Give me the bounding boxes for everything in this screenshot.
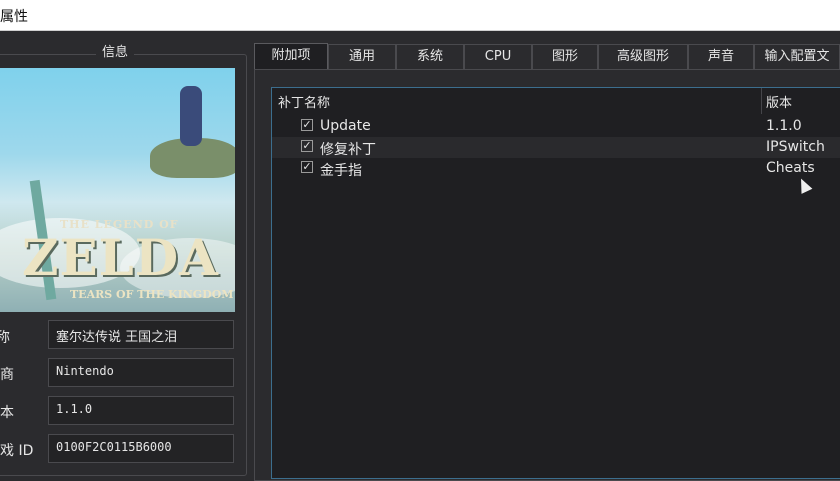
tab-advanced-graphics[interactable]: 高级图形 [598,44,688,69]
cover-character [180,86,202,146]
column-header-version[interactable]: 版本 [766,92,792,111]
column-header-patch-name[interactable]: 补丁名称 [278,92,330,111]
patch-name: 修复补丁 [320,142,376,158]
cover-logo-subtitle: TEARS OF THE KINGDOM [70,288,234,301]
developer-field[interactable]: Nintendo [48,358,234,387]
window-title: 属性 [0,9,28,25]
patch-version: 1.1.0 [766,118,802,134]
addons-table[interactable]: 补丁名称 版本 ✓ Update 1.1.0 ✓ 修复补丁 IPSwitch ✓… [271,87,840,479]
version-field[interactable]: 1.1.0 [48,396,234,425]
game-cover-image: THE LEGEND OF ZELDA TEARS OF THE KINGDOM [0,68,235,312]
patch-version: Cheats [766,160,815,176]
cover-logo-title: ZELDA [22,228,219,287]
version-label: 版本 [0,405,14,421]
patch-version: IPSwitch [766,139,825,155]
tab-cpu[interactable]: CPU [464,44,532,69]
table-row[interactable]: ✓ Update 1.1.0 [272,116,840,137]
row-checkbox[interactable]: ✓ [301,161,313,173]
row-checkbox[interactable]: ✓ [301,140,313,152]
tab-addons[interactable]: 附加项 [254,43,328,70]
game-id-label: 游戏 ID [0,443,34,459]
name-field[interactable]: 塞尔达传说 王国之泪 [48,320,234,349]
patch-name: Update [320,118,371,134]
table-row[interactable]: ✓ 修复补丁 IPSwitch [272,137,840,158]
tab-system[interactable]: 系统 [396,44,464,69]
title-bar: 属性 [0,0,840,31]
name-label: 名称 [0,330,10,346]
row-checkbox[interactable]: ✓ [301,119,313,131]
developer-label: 开发商 [0,367,14,383]
game-id-field[interactable]: 0100F2C0115B6000 [48,434,234,463]
table-row[interactable]: ✓ 金手指 Cheats [272,158,840,179]
tab-input-profiles[interactable]: 输入配置文 [754,44,840,69]
column-divider[interactable] [761,88,762,114]
tab-graphics[interactable]: 图形 [532,44,598,69]
patch-name: 金手指 [320,163,362,179]
tab-general[interactable]: 通用 [328,44,396,69]
tab-audio[interactable]: 声音 [688,44,754,69]
info-group-caption: 信息 [96,41,135,60]
